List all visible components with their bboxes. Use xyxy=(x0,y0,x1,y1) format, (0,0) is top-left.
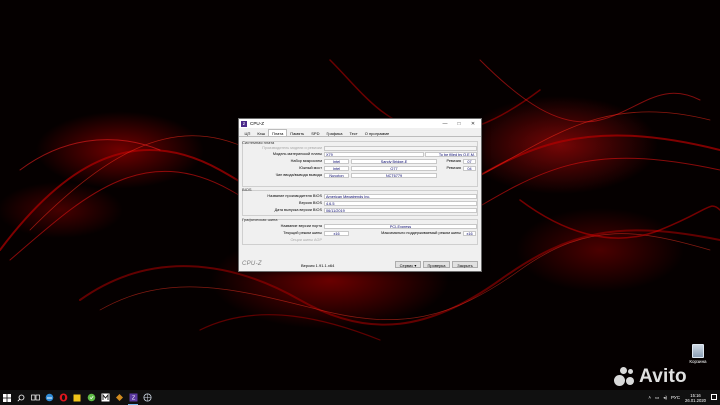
chipset-label: Набор микросхем xyxy=(290,159,322,163)
graphic-max-label: Максимально поддерживаемый режим шины xyxy=(381,231,461,235)
tools-dropdown-button[interactable]: Сервис ▾ xyxy=(395,261,421,268)
maximize-button[interactable]: □ xyxy=(452,119,466,128)
bios-brand-field: American Megatrends Inc. xyxy=(324,194,477,199)
model-extra-field: To be filled by O.E.M. xyxy=(425,152,477,157)
window-footer: CPU-Z Версия 1.91.1.x64 Сервис ▾ Проверк… xyxy=(239,260,481,271)
bios-date-label: Дата выпуска версии BIOS xyxy=(274,208,322,212)
task-view-icon[interactable] xyxy=(28,390,42,405)
model-label: Модель материнской платы xyxy=(272,152,322,156)
cpuz-app-icon: Z xyxy=(241,120,247,127)
notifications-icon[interactable] xyxy=(711,394,717,400)
cpuz-taskbar-icon[interactable]: Z xyxy=(126,390,140,405)
tab-strip: ЦП Кэш Плата Память SPD Графика Тест О п… xyxy=(239,129,481,137)
graphic-max-field: x16 xyxy=(463,231,476,236)
m-app-icon[interactable] xyxy=(98,390,112,405)
minimize-button[interactable]: — xyxy=(438,119,452,128)
window-title: CPU-Z xyxy=(250,121,265,126)
recycle-bin[interactable]: Корзина xyxy=(686,344,710,364)
cpuz-brand-logo: CPU-Z xyxy=(242,261,262,267)
network-app-icon[interactable] xyxy=(140,390,154,405)
bios-brand-label: Название производителя BIOS xyxy=(267,194,322,198)
bios-version-label: Версия BIOS xyxy=(299,201,322,205)
chipset-rev-label: Ревизия xyxy=(446,159,461,163)
recycle-bin-icon xyxy=(692,344,704,358)
bios-section-title: BIOS xyxy=(242,187,252,192)
close-button[interactable]: Закрыть xyxy=(452,261,478,268)
graphic-link-field: x16 xyxy=(324,231,349,236)
media-player-icon[interactable] xyxy=(112,390,126,405)
manufacturer-field xyxy=(324,146,477,151)
messenger-icon[interactable] xyxy=(84,390,98,405)
mainboard-panel: Системная плата Производитель модели и р… xyxy=(241,137,478,261)
tools-label: Сервис xyxy=(399,263,414,268)
graphic-link-label: Текущий режим шины xyxy=(283,231,322,235)
sticky-notes-icon[interactable] xyxy=(70,390,84,405)
edge-icon[interactable] xyxy=(42,390,56,405)
model-field: X79 xyxy=(324,152,424,157)
tab-mainboard[interactable]: Плата xyxy=(268,129,287,136)
bios-date-field: 06/11/2019 xyxy=(324,208,477,213)
tab-cpu[interactable]: ЦП xyxy=(241,129,254,136)
tab-spd[interactable]: SPD xyxy=(308,129,323,136)
lpcio-label: Чип ввода/вывода вывода xyxy=(275,173,322,177)
system-tray: ˄ ▭ ◂) РУС 15:16 26.01.2020 xyxy=(648,390,720,405)
volume-icon[interactable]: ◂) xyxy=(663,395,667,401)
southbridge-rev-label: Ревизия xyxy=(446,166,461,170)
windows-start-icon[interactable] xyxy=(0,390,14,405)
southbridge-name-field: Q77 xyxy=(351,166,437,171)
graphic-section-title: Графическая шина xyxy=(242,217,278,222)
desktop: Z CPU-Z — □ ✕ ЦП Кэш Плата Память SPD Гр… xyxy=(0,0,720,405)
cpuz-window: Z CPU-Z — □ ✕ ЦП Кэш Плата Память SPD Гр… xyxy=(238,118,482,272)
validate-button[interactable]: Проверка xyxy=(423,261,450,268)
clock[interactable]: 15:16 26.01.2020 xyxy=(685,393,706,403)
graphic-bus-label: Название версии порта xyxy=(280,224,322,228)
language-indicator[interactable]: РУС xyxy=(671,395,680,400)
southbridge-label: Южный мост xyxy=(299,166,322,170)
southbridge-vendor-field: Intel xyxy=(324,166,349,171)
lpcio-vendor-field: Nuvoton xyxy=(324,173,349,178)
tray-up-arrow-icon[interactable]: ˄ xyxy=(648,395,651,400)
tab-cache[interactable]: Кэш xyxy=(254,129,269,136)
version-label: Версия 1.91.1.x64 xyxy=(301,263,335,268)
tab-bench[interactable]: Тест xyxy=(346,129,361,136)
network-icon[interactable]: ▭ xyxy=(655,395,659,401)
bios-version-field: 4.6.5 xyxy=(324,201,477,206)
chipset-rev-field: 07 xyxy=(463,159,476,164)
graphic-bus-field: PCI-Express xyxy=(324,224,477,229)
chevron-down-icon: ▾ xyxy=(414,263,417,268)
title-bar[interactable]: Z CPU-Z — □ ✕ xyxy=(239,119,481,128)
tab-graphics[interactable]: Графика xyxy=(323,129,346,136)
tab-about[interactable]: О программе xyxy=(361,129,392,136)
avito-watermark: Avito xyxy=(614,364,687,390)
search-icon[interactable] xyxy=(14,390,28,405)
lpcio-name-field: NCT6779 xyxy=(351,173,437,178)
southbridge-rev-field: 04 xyxy=(463,166,476,171)
chipset-vendor-field: Intel xyxy=(324,159,349,164)
avito-logo-icon xyxy=(614,366,636,388)
avito-wordmark: Avito xyxy=(639,366,687,387)
tab-memory[interactable]: Память xyxy=(287,129,308,136)
taskbar: Z ˄ ▭ ◂) РУС 15:16 26.01.2020 xyxy=(0,390,720,405)
graphic-side-label: Опции шины AGP xyxy=(290,238,322,242)
motherboard-section-title: Системная плата xyxy=(242,140,275,145)
chipset-name-field: Sandy Bridge-E xyxy=(351,159,437,164)
opera-icon[interactable] xyxy=(56,390,70,405)
close-window-button[interactable]: ✕ xyxy=(466,119,480,128)
clock-date: 26.01.2020 xyxy=(685,397,706,403)
recycle-bin-label: Корзина xyxy=(689,359,707,364)
manufacturer-label: Производитель модели и ревизии xyxy=(262,146,322,150)
